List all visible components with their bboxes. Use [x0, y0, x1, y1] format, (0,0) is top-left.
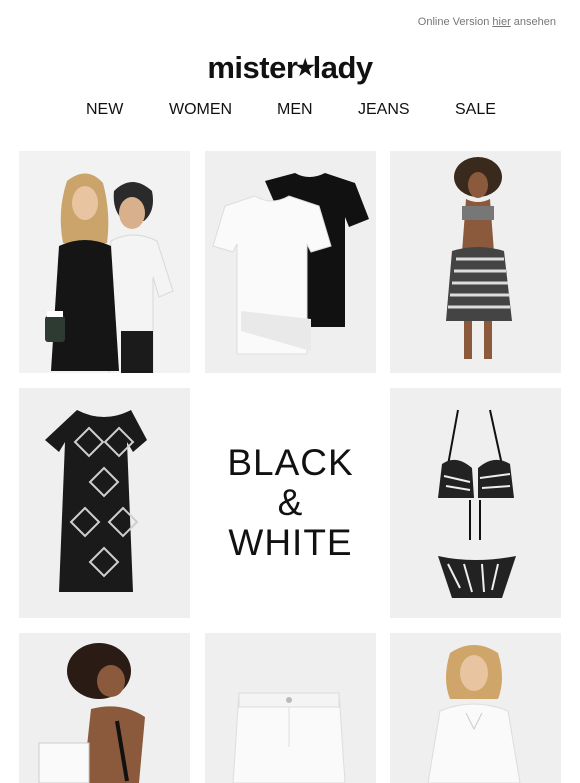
headline-line-1: BLACK [227, 442, 354, 483]
tshirts-illustration [205, 151, 376, 373]
nav-sale[interactable]: SALE [455, 101, 496, 119]
nav-jeans[interactable]: JEANS [358, 101, 410, 119]
model-bag-illustration [19, 633, 190, 783]
product-image-model-bag[interactable] [19, 633, 190, 783]
brand-logo-right: lady [312, 50, 374, 85]
brand-logo-left: mister [207, 50, 298, 85]
brand-logo[interactable]: mister★lady [0, 50, 580, 86]
product-image-tshirts[interactable] [205, 151, 376, 373]
couple-illustration [19, 151, 190, 373]
white-shorts-illustration [205, 633, 376, 783]
headline-line-2: & [277, 482, 304, 523]
online-version-link[interactable]: hier [492, 16, 510, 28]
pattern-dress-illustration [19, 388, 190, 618]
zebra-bikini-illustration [390, 388, 561, 618]
online-version-text: Online Version hier ansehen [418, 16, 556, 28]
product-image-white-shorts[interactable] [205, 633, 376, 783]
black-white-headline[interactable]: BLACK & WHITE [205, 388, 376, 618]
product-image-white-blouse[interactable] [390, 633, 561, 783]
headline-line-3: WHITE [228, 522, 353, 563]
product-image-pattern-dress[interactable] [19, 388, 190, 618]
nav-women[interactable]: WOMEN [169, 101, 232, 119]
online-version-prefix: Online Version [417, 16, 493, 28]
white-blouse-illustration [390, 633, 561, 783]
nav-new[interactable]: NEW [86, 101, 123, 119]
product-image-bikini-pareo[interactable] [390, 151, 561, 373]
product-image-couple[interactable] [19, 151, 190, 373]
bikini-pareo-illustration [390, 151, 561, 373]
nav-men[interactable]: MEN [277, 101, 313, 119]
product-image-zebra-bikini[interactable] [390, 388, 561, 618]
online-version-suffix: ansehen [510, 16, 556, 28]
